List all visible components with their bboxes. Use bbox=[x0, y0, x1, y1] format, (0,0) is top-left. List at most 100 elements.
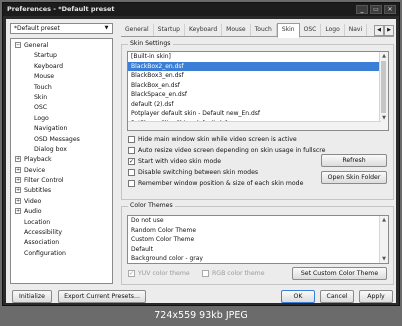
expand-icon[interactable]: + bbox=[15, 177, 21, 184]
tree-item-label: Keyboard bbox=[34, 62, 64, 70]
tab-mouse[interactable]: Mouse bbox=[222, 24, 251, 36]
tree-item-osd-messages[interactable]: OSD Messages bbox=[11, 135, 112, 145]
ok-button[interactable]: OK bbox=[281, 290, 315, 303]
skin-list-item[interactable]: BlackBox_en.dsf bbox=[128, 81, 388, 91]
skin-list-item[interactable]: BlackSpace_en.dsf bbox=[128, 90, 388, 100]
scroll-up-icon[interactable]: ▲ bbox=[380, 52, 388, 60]
maximize-button[interactable]: ▭ bbox=[370, 5, 382, 14]
tree-item-filter-control[interactable]: + Filter Control bbox=[11, 176, 112, 186]
checkbox[interactable]: ✓ bbox=[128, 158, 135, 165]
tab-scroll-left-icon[interactable]: ◀ bbox=[374, 25, 384, 36]
color-theme-list[interactable]: Do not use Random Color Theme Custom Color… bbox=[127, 215, 389, 264]
scroll-up-icon[interactable]: ▲ bbox=[380, 216, 388, 224]
color-theme-item[interactable]: Random Color Theme bbox=[128, 226, 388, 236]
tab-scroll-right-icon[interactable]: ▶ bbox=[384, 25, 394, 36]
yuv-theme-option[interactable]: ✓ YUV color theme bbox=[128, 270, 190, 277]
tree-item-touch[interactable]: Touch bbox=[11, 83, 112, 93]
expand-icon[interactable]: + bbox=[15, 166, 21, 173]
expand-icon[interactable]: + bbox=[15, 197, 21, 204]
window-titlebar[interactable]: Preferences - *Default preset _ ▭ ✕ bbox=[3, 3, 399, 16]
refresh-button[interactable]: Refresh bbox=[321, 154, 387, 167]
rgb-theme-option[interactable]: RGB color theme bbox=[202, 270, 265, 277]
color-theme-item[interactable]: Background color - gray bbox=[128, 254, 388, 263]
checkbox[interactable] bbox=[128, 169, 135, 176]
tab-logo[interactable]: Logo bbox=[321, 24, 345, 36]
tree-item-playback[interactable]: + Playback bbox=[11, 155, 112, 165]
checkbox[interactable] bbox=[202, 270, 209, 277]
tab-keyboard[interactable]: Keyboard bbox=[185, 24, 223, 36]
scroll-down-icon[interactable]: ▼ bbox=[380, 255, 388, 263]
skin-list-item[interactable]: BlackBox2_en.dsf bbox=[128, 61, 388, 71]
tree-item-startup[interactable]: Startup bbox=[11, 51, 112, 61]
tree-item-dialog-box[interactable]: Dialog box bbox=[11, 145, 112, 155]
preferences-window: Preferences - *Default preset _ ▭ ✕ *Def… bbox=[2, 2, 400, 306]
tree-item-label: Navigation bbox=[34, 125, 68, 133]
tree-item-general[interactable]: − General bbox=[11, 41, 112, 51]
minimize-button[interactable]: _ bbox=[356, 5, 368, 14]
tree-item-label: Mouse bbox=[34, 73, 55, 81]
tree-item-device[interactable]: + Device bbox=[11, 166, 112, 176]
tree-item-label: General bbox=[24, 42, 49, 49]
tree-item-location[interactable]: Location bbox=[11, 218, 112, 228]
tree-item-label: Skin bbox=[34, 93, 48, 101]
tree-item-skin[interactable]: Skin bbox=[11, 93, 112, 103]
set-custom-color-theme-button[interactable]: Set Custom Color Theme bbox=[292, 267, 387, 280]
tree-item-keyboard[interactable]: Keyboard bbox=[11, 62, 112, 72]
skin-list-scrollbar[interactable]: ▲ ▼ bbox=[379, 52, 388, 130]
apply-button[interactable]: Apply bbox=[359, 290, 393, 303]
option-hide-main-skin[interactable]: Hide main window skin while video screen… bbox=[128, 136, 297, 143]
tree-item-subtitles[interactable]: + Subtitles bbox=[11, 186, 112, 196]
tree-item-osc[interactable]: OSC bbox=[11, 103, 112, 113]
skin-settings-label: Skin Settings bbox=[128, 40, 173, 47]
tree-item-accessibility[interactable]: Accessibility bbox=[11, 228, 112, 238]
preset-dropdown[interactable]: *Default preset ▼ bbox=[10, 23, 113, 34]
tab-osc[interactable]: OSC bbox=[300, 24, 322, 36]
tab-navi[interactable]: Navi bbox=[345, 24, 368, 36]
tree-item-video[interactable]: + Video bbox=[11, 197, 112, 207]
close-button[interactable]: ✕ bbox=[384, 5, 396, 14]
collapse-icon[interactable]: − bbox=[15, 42, 21, 48]
checkbox[interactable]: ✓ bbox=[128, 270, 135, 277]
color-theme-item[interactable]: Do not use bbox=[128, 216, 388, 226]
scroll-thumb[interactable] bbox=[381, 61, 386, 113]
skin-list[interactable]: [Built-in skin] BlackBox2_en.dsf BlackBox3… bbox=[127, 51, 389, 131]
skin-list-item[interactable]: Potplayer default skin - Default new_En.… bbox=[128, 109, 388, 119]
color-theme-item[interactable]: Custom Color Theme bbox=[128, 235, 388, 245]
color-theme-item[interactable]: Default bbox=[128, 245, 388, 255]
preset-value: *Default preset bbox=[14, 25, 60, 32]
tree-item-configuration[interactable]: Configuration bbox=[11, 249, 112, 259]
viewer-status-text: 724x559 93kb JPEG bbox=[0, 306, 402, 326]
tree-item-mouse[interactable]: Mouse bbox=[11, 72, 112, 82]
expand-icon[interactable]: + bbox=[15, 156, 21, 163]
scroll-down-icon[interactable]: ▼ bbox=[380, 114, 388, 122]
export-presets-button[interactable]: Export Current Presets... bbox=[58, 290, 146, 303]
checkbox[interactable] bbox=[128, 136, 135, 143]
tab-general[interactable]: General bbox=[121, 24, 154, 36]
option-auto-resize[interactable]: Auto resize video screen depending on sk… bbox=[128, 147, 325, 154]
tree-item-navigation[interactable]: Navigation bbox=[11, 124, 112, 134]
tree-item-logo[interactable]: Logo bbox=[11, 114, 112, 124]
tree-item-audio[interactable]: + Audio bbox=[11, 207, 112, 217]
skin-list-item[interactable]: BlackBox3_en.dsf bbox=[128, 71, 388, 81]
option-label: Start with video skin mode bbox=[138, 158, 222, 165]
option-disable-switching[interactable]: Disable switching between skin modes bbox=[128, 169, 258, 176]
expand-icon[interactable]: + bbox=[15, 187, 21, 194]
checkbox[interactable] bbox=[128, 147, 135, 154]
skin-list-hscrollbar[interactable] bbox=[128, 121, 381, 130]
expand-icon[interactable]: + bbox=[15, 208, 21, 215]
cancel-button[interactable]: Cancel bbox=[320, 290, 354, 303]
skin-list-item[interactable]: [Built-in skin] bbox=[128, 52, 388, 62]
theme-list-scrollbar[interactable]: ▲ ▼ bbox=[379, 216, 388, 263]
initialize-button[interactable]: Initialize bbox=[12, 290, 52, 303]
color-themes-label: Color Themes bbox=[128, 202, 175, 209]
chevron-down-icon[interactable]: ▼ bbox=[102, 25, 111, 32]
skin-list-item[interactable]: default (2).dsf bbox=[128, 100, 388, 110]
tab-touch[interactable]: Touch bbox=[251, 24, 277, 36]
open-skin-folder-button[interactable]: Open Skin Folder bbox=[321, 171, 387, 184]
tab-startup[interactable]: Startup bbox=[154, 24, 185, 36]
option-start-video-skin[interactable]: ✓ Start with video skin mode bbox=[128, 158, 221, 165]
checkbox[interactable] bbox=[128, 180, 135, 187]
tree-item-association[interactable]: Association bbox=[11, 238, 112, 248]
tab-skin[interactable]: Skin bbox=[276, 23, 300, 38]
option-remember-window[interactable]: Remember window position & size of each … bbox=[128, 180, 303, 187]
